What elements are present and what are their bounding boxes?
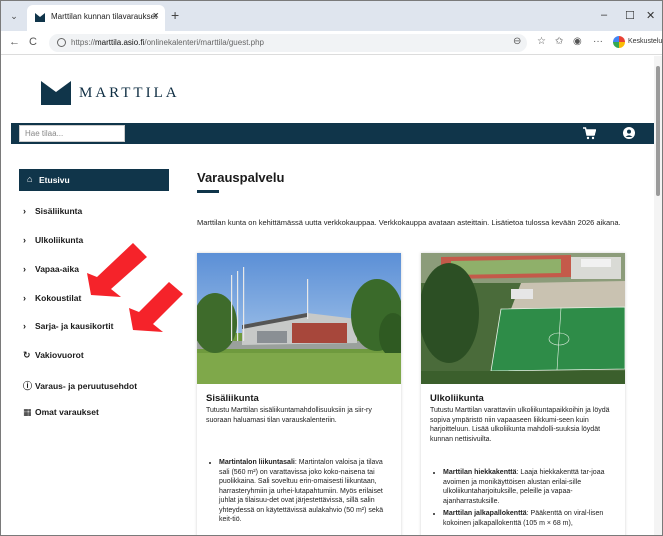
- annotation-arrow-icon: [129, 282, 183, 332]
- chevron-right-icon: ›: [23, 206, 26, 216]
- address-bar: ← C https://marttila.asio.fi/onlinekalen…: [1, 31, 662, 55]
- card-title[interactable]: Sisäliikunta: [206, 393, 259, 404]
- reload-icon[interactable]: C: [29, 36, 37, 48]
- account-icon[interactable]: ◉: [573, 36, 582, 47]
- favorite-star-icon[interactable]: ☆: [537, 36, 546, 47]
- url-prefix: https://: [71, 38, 96, 47]
- tab-title: Marttilan kunnan tilavaraukset: [51, 12, 158, 21]
- card-list: Marttilan hiekkakenttä: Laaja hiekkakent…: [443, 468, 619, 531]
- minimize-icon[interactable]: –: [601, 9, 607, 21]
- tab-strip: ⌄ Marttilan kunnan tilavaraukset × + – ☐…: [1, 1, 662, 31]
- tab-actions-icon[interactable]: ⌄: [7, 9, 21, 23]
- user-account-icon[interactable]: [623, 127, 635, 139]
- url-path: /onlinekalenteri/marttila/guest.php: [144, 38, 264, 47]
- intro-text: Marttilan kunta on kehittämässä uutta ve…: [197, 218, 621, 227]
- browser-window: ⌄ Marttilan kunnan tilavaraukset × + – ☐…: [0, 0, 663, 536]
- top-navbar: [11, 123, 654, 144]
- site-info-icon[interactable]: [57, 38, 66, 47]
- sidebar-item-kokoustilat[interactable]: › Kokoustilat: [23, 293, 81, 303]
- more-icon[interactable]: ···: [593, 36, 603, 47]
- list-item-name[interactable]: Martintalon liikuntasali: [219, 459, 295, 466]
- card-sisaliikunta[interactable]: Sisäliikunta Tutustu Marttilan sisäliiku…: [197, 253, 401, 535]
- card-description: Tutustu Marttilan varattaviin ulkoliikun…: [430, 407, 610, 443]
- page-title: Varauspalvelu: [197, 170, 285, 185]
- url-field[interactable]: https://marttila.asio.fi/onlinekalenteri…: [49, 34, 527, 52]
- sidebar-item-vapaa-aika[interactable]: › Vapaa-aika: [23, 264, 79, 274]
- window-close-icon[interactable]: ✕: [646, 9, 655, 22]
- favorites-icon[interactable]: ✩: [555, 36, 563, 47]
- sidebar-item-vakiovuorot[interactable]: ↻ Vakiovuorot: [23, 350, 84, 361]
- tab-close-icon[interactable]: ×: [153, 10, 159, 22]
- chevron-right-icon: ›: [23, 235, 26, 245]
- sidebar-item-varaus-ehdot[interactable]: ⓘ Varaus- ja peruutusehdot: [23, 379, 137, 392]
- card-list: Martintalon liikuntasali: Martintalon va…: [219, 458, 395, 528]
- logo-text: MARTTILA: [79, 85, 180, 101]
- card-image-sports-field[interactable]: [421, 253, 625, 384]
- search-input[interactable]: [19, 125, 125, 142]
- chevron-right-icon: ›: [23, 264, 26, 274]
- list-item-name[interactable]: Marttilan jalkapallokenttä: [443, 510, 527, 517]
- cart-icon[interactable]: [583, 127, 596, 140]
- list-item: Marttilan hiekkakenttä: Laaja hiekkakent…: [443, 468, 619, 506]
- list-item-name[interactable]: Marttilan hiekkakenttä: [443, 469, 517, 476]
- scrollbar-thumb[interactable]: [656, 66, 660, 196]
- maximize-icon[interactable]: ☐: [625, 9, 635, 22]
- card-image-sports-hall[interactable]: [197, 253, 401, 384]
- card-description: Tutustu Marttilan sisäliikuntamahdollisu…: [206, 407, 372, 424]
- sidebar-item-ulkoliikunta[interactable]: › Ulkoliikunta: [23, 235, 83, 245]
- card-ulkoliikunta[interactable]: Ulkoliikunta Tutustu Marttilan varattavi…: [421, 253, 625, 535]
- title-underline: [197, 190, 219, 193]
- reader-icon[interactable]: ⊖: [513, 36, 521, 47]
- marttila-logo-icon: [41, 81, 71, 105]
- sidebar-item-sisaliikunta[interactable]: › Sisäliikunta: [23, 206, 82, 216]
- chevron-right-icon: ›: [23, 293, 26, 303]
- marttila-favicon-icon: [35, 13, 45, 22]
- sidebar-item-omat-varaukset[interactable]: ▦ Omat varaukset: [23, 407, 99, 418]
- list-item: Marttilan jalkapallokenttä: Pääkenttä on…: [443, 509, 619, 528]
- chevron-right-icon: ›: [23, 321, 26, 331]
- profile-label[interactable]: Keskustelu: [628, 38, 662, 45]
- sidebar-item-sarja-ja-kausikortit[interactable]: › Sarja- ja kausikortit: [23, 321, 113, 331]
- page-viewport: MARTTILA ⌂ Etusivu ›Sisäliikunta: [1, 56, 654, 535]
- sidebar-item-etusivu[interactable]: ⌂ Etusivu: [19, 169, 169, 191]
- refresh-icon: ↻: [23, 350, 31, 360]
- list-item: Martintalon liikuntasali: Martintalon va…: [219, 458, 395, 525]
- copilot-icon[interactable]: [613, 36, 625, 48]
- browser-tab[interactable]: Marttilan kunnan tilavaraukset ×: [27, 5, 165, 31]
- back-icon[interactable]: ←: [9, 36, 20, 48]
- card-title[interactable]: Ulkoliikunta: [430, 393, 484, 404]
- page-scrollbar[interactable]: [654, 56, 662, 535]
- calendar-icon: ▦: [23, 407, 32, 417]
- info-icon: ⓘ: [23, 381, 33, 391]
- url-domain: marttila.asio.fi: [95, 38, 145, 47]
- new-tab-icon[interactable]: +: [171, 7, 179, 23]
- home-icon: ⌂: [27, 174, 33, 184]
